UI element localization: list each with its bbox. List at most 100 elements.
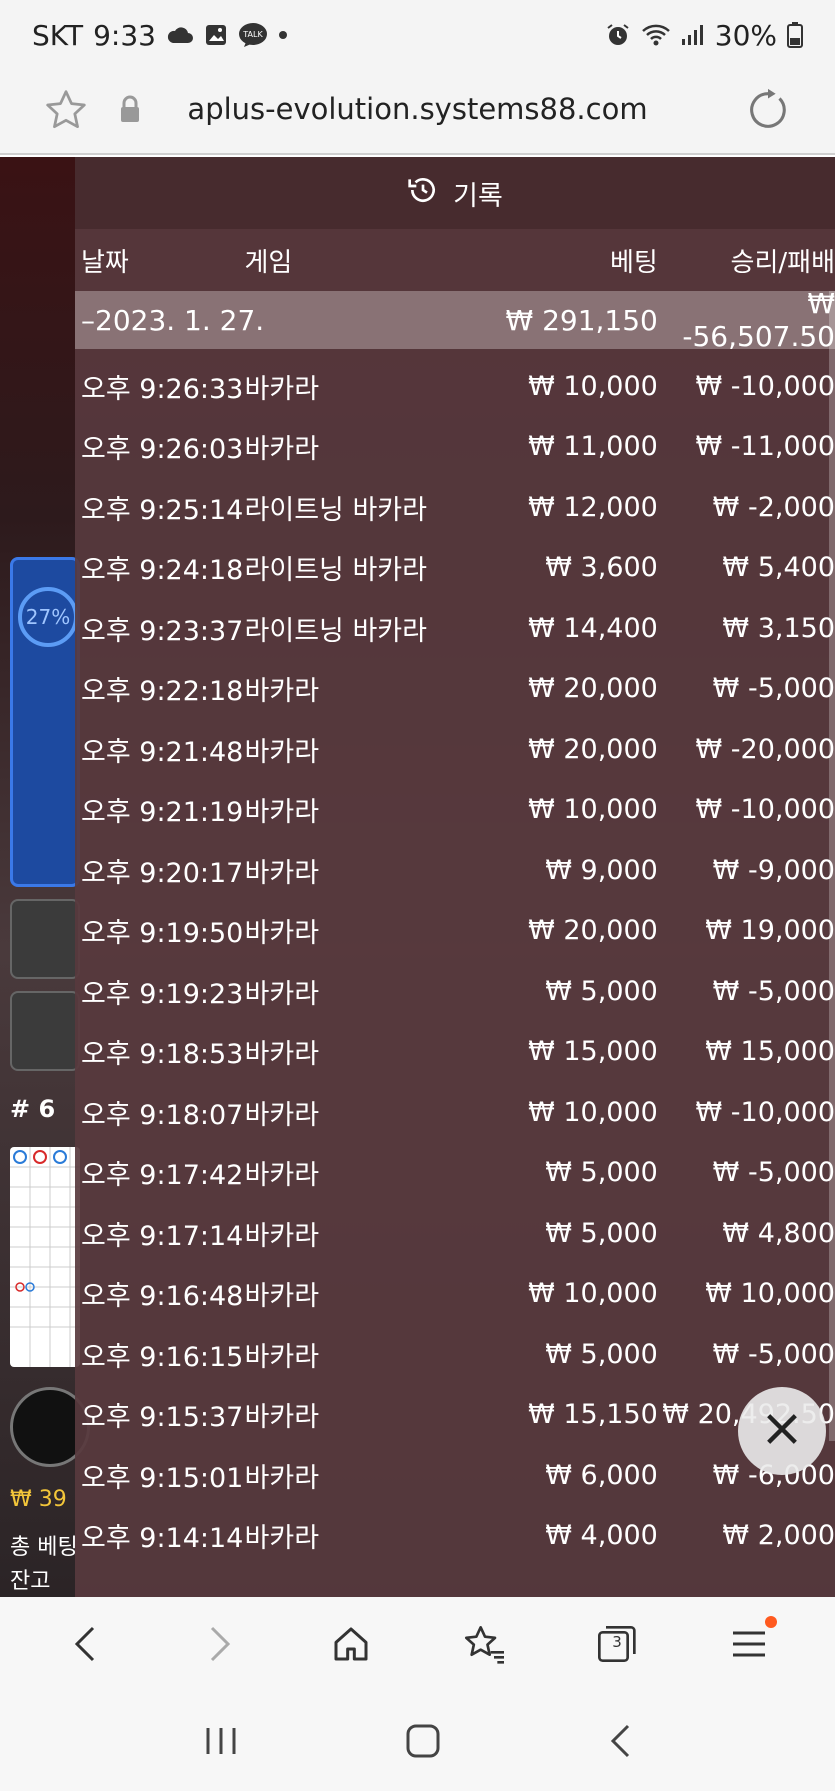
battery-label: 30%	[714, 18, 777, 52]
history-row[interactable]: 오후 9:19:23 바카라 ₩ 5,000 ₩ -5,000	[75, 961, 835, 1022]
row-result: ₩ -20,000	[695, 733, 835, 765]
history-panel: 기록 날짜 게임 베팅 승리/패배 –2023. 1. 27. ₩ 291,15…	[75, 157, 835, 1597]
history-row[interactable]: 오후 9:19:50 바카라 ₩ 20,000 ₩ 19,000	[75, 901, 835, 962]
back-button[interactable]	[46, 1606, 126, 1686]
row-game: 바카라	[244, 1160, 320, 1192]
row-game: 라이트닝 바카라	[244, 555, 427, 587]
col-date: 날짜	[81, 247, 129, 278]
home-button[interactable]	[311, 1606, 391, 1686]
row-game: 바카라	[244, 1462, 320, 1494]
row-time: 오후 9:22:18	[81, 676, 244, 708]
history-row[interactable]: 오후 9:18:07 바카라 ₩ 10,000 ₩ -10,000	[75, 1082, 835, 1143]
row-result: ₩ 3,150	[722, 612, 835, 644]
row-time: 오후 9:17:42	[81, 1160, 244, 1192]
row-time: 오후 9:25:14	[81, 494, 244, 526]
row-bet: ₩ 6,000	[545, 1459, 658, 1491]
row-bet: ₩ 5,000	[545, 975, 658, 1007]
tabs-button[interactable]: 3	[576, 1606, 656, 1686]
bookmarks-button[interactable]	[444, 1606, 524, 1686]
row-game: 라이트닝 바카라	[244, 494, 427, 526]
row-bet: ₩ 20,000	[528, 733, 658, 765]
row-result: ₩ -11,000	[695, 431, 835, 463]
history-row[interactable]: 오후 9:26:03 바카라 ₩ 11,000 ₩ -11,000	[75, 417, 835, 478]
history-row[interactable]: 오후 9:16:48 바카라 ₩ 10,000 ₩ 10,000	[75, 1264, 835, 1325]
row-time: 오후 9:26:33	[81, 373, 244, 405]
day-summary-row[interactable]: –2023. 1. 27. ₩ 291,150 ₩ -56,507.50	[75, 287, 835, 353]
history-row[interactable]: 오후 9:25:14 라이트닝 바카라 ₩ 12,000 ₩ -2,000	[75, 477, 835, 538]
history-row[interactable]: 오후 9:15:37바카라₩ 15,150₩ 20,492.50	[75, 1385, 835, 1446]
row-result: ₩ 4,800	[722, 1217, 835, 1249]
alarm-icon	[605, 22, 631, 48]
row-game: 바카라	[244, 373, 320, 405]
history-row[interactable]: 오후 9:14:14 바카라 ₩ 4,000 ₩ 2,000	[75, 1506, 835, 1567]
day-total-result: ₩ -56,507.50	[682, 287, 835, 353]
history-rows: 오후 9:26:33 바카라 ₩ 10,000 ₩ -10,000 오후 9:26:03…	[75, 349, 835, 1566]
history-row[interactable]: 오후 9:26:33 바카라 ₩ 10,000 ₩ -10,000	[75, 356, 835, 417]
url-text[interactable]: aplus-evolution.systems88.com	[0, 92, 835, 126]
row-time: 오후 9:16:48	[81, 1281, 244, 1313]
history-row[interactable]: 오후 9:15:01 바카라 ₩ 6,000 ₩ -6,000	[75, 1445, 835, 1506]
home-system-icon[interactable]	[405, 1723, 441, 1763]
row-game: 바카라	[244, 1402, 320, 1434]
bead-road	[10, 1147, 80, 1367]
history-header: 기록	[75, 157, 835, 229]
row-bet: ₩ 15,150	[528, 1399, 658, 1431]
row-time: 오후 9:18:07	[81, 1099, 244, 1131]
history-row[interactable]: 오후 9:17:42 바카라 ₩ 5,000 ₩ -5,000	[75, 1143, 835, 1204]
row-result: ₩ -5,000	[712, 1338, 835, 1370]
player-bonus-button[interactable]	[10, 991, 80, 1071]
forward-button[interactable]	[179, 1606, 259, 1686]
row-time: 오후 9:18:53	[81, 1039, 244, 1071]
history-row[interactable]: 오후 9:16:15 바카라 ₩ 5,000 ₩ -5,000	[75, 1324, 835, 1385]
row-result: ₩ 10,000	[705, 1278, 835, 1310]
row-result: ₩ -10,000	[695, 1096, 835, 1128]
talk-icon: TALK	[238, 22, 268, 48]
row-game: 바카라	[244, 1039, 320, 1071]
row-time: 오후 9:19:50	[81, 918, 244, 950]
history-row[interactable]: 오후 9:21:19 바카라 ₩ 10,000 ₩ -10,000	[75, 780, 835, 841]
dot-icon	[278, 30, 288, 40]
day-date: –2023. 1. 27.	[81, 303, 265, 337]
row-time: 오후 9:20:17	[81, 857, 244, 889]
browser-address-bar: aplus-evolution.systems88.com	[0, 70, 835, 155]
col-result: 승리/패배	[730, 247, 835, 278]
row-result: ₩ -9,000	[712, 854, 835, 886]
tabs-count: 3	[612, 1633, 622, 1651]
row-bet: ₩ 10,000	[528, 794, 658, 826]
row-bet: ₩ 12,000	[528, 491, 658, 523]
history-row[interactable]: 오후 9:18:53 바카라 ₩ 15,000 ₩ 15,000	[75, 1022, 835, 1083]
history-row[interactable]: 오후 9:20:17 바카라 ₩ 9,000 ₩ -9,000	[75, 840, 835, 901]
signal-icon	[681, 24, 705, 46]
history-row[interactable]: 오후 9:21:48 바카라 ₩ 20,000 ₩ -20,000	[75, 719, 835, 780]
row-bet: ₩ 5,000	[545, 1338, 658, 1370]
row-result: ₩ 2,000	[722, 1520, 835, 1552]
menu-button[interactable]	[709, 1606, 789, 1686]
svg-text:TALK: TALK	[242, 30, 263, 39]
remaining-label: 잔고	[10, 1569, 51, 1594]
chevron-left-icon	[71, 1624, 101, 1668]
history-row[interactable]: 오후 9:23:37 라이트닝 바카라 ₩ 14,400 ₩ 3,150	[75, 598, 835, 659]
col-game: 게임	[244, 247, 293, 278]
row-time: 오후 9:21:19	[81, 797, 244, 829]
browser-bottom-nav: 3	[0, 1597, 835, 1695]
recent-apps-icon[interactable]	[204, 1726, 238, 1760]
player-pair-button[interactable]	[10, 899, 80, 979]
row-bet: ₩ 14,400	[528, 612, 658, 644]
back-system-icon[interactable]	[608, 1723, 632, 1763]
history-row[interactable]: 오후 9:24:18 라이트닝 바카라 ₩ 3,600 ₩ 5,400	[75, 538, 835, 599]
row-bet: ₩ 20,000	[528, 673, 658, 705]
reload-icon[interactable]	[745, 87, 791, 137]
status-bar: SKT 9:33 TALK 30%	[0, 0, 835, 70]
close-button[interactable]	[738, 1387, 826, 1475]
row-bet: ₩ 3,600	[545, 552, 658, 584]
history-row[interactable]: 오후 9:17:14 바카라 ₩ 5,000 ₩ 4,800	[75, 1203, 835, 1264]
row-time: 오후 9:15:01	[81, 1462, 244, 1494]
row-time: 오후 9:15:37	[81, 1402, 244, 1434]
notification-dot	[764, 1616, 777, 1628]
total-bet-label: 총 베팅	[10, 1535, 78, 1560]
star-list-icon	[462, 1624, 506, 1668]
row-game: 바카라	[244, 1220, 320, 1252]
scrollbar[interactable]	[829, 291, 835, 1441]
battery-icon	[787, 22, 803, 48]
history-row[interactable]: 오후 9:22:18 바카라 ₩ 20,000 ₩ -5,000	[75, 659, 835, 720]
